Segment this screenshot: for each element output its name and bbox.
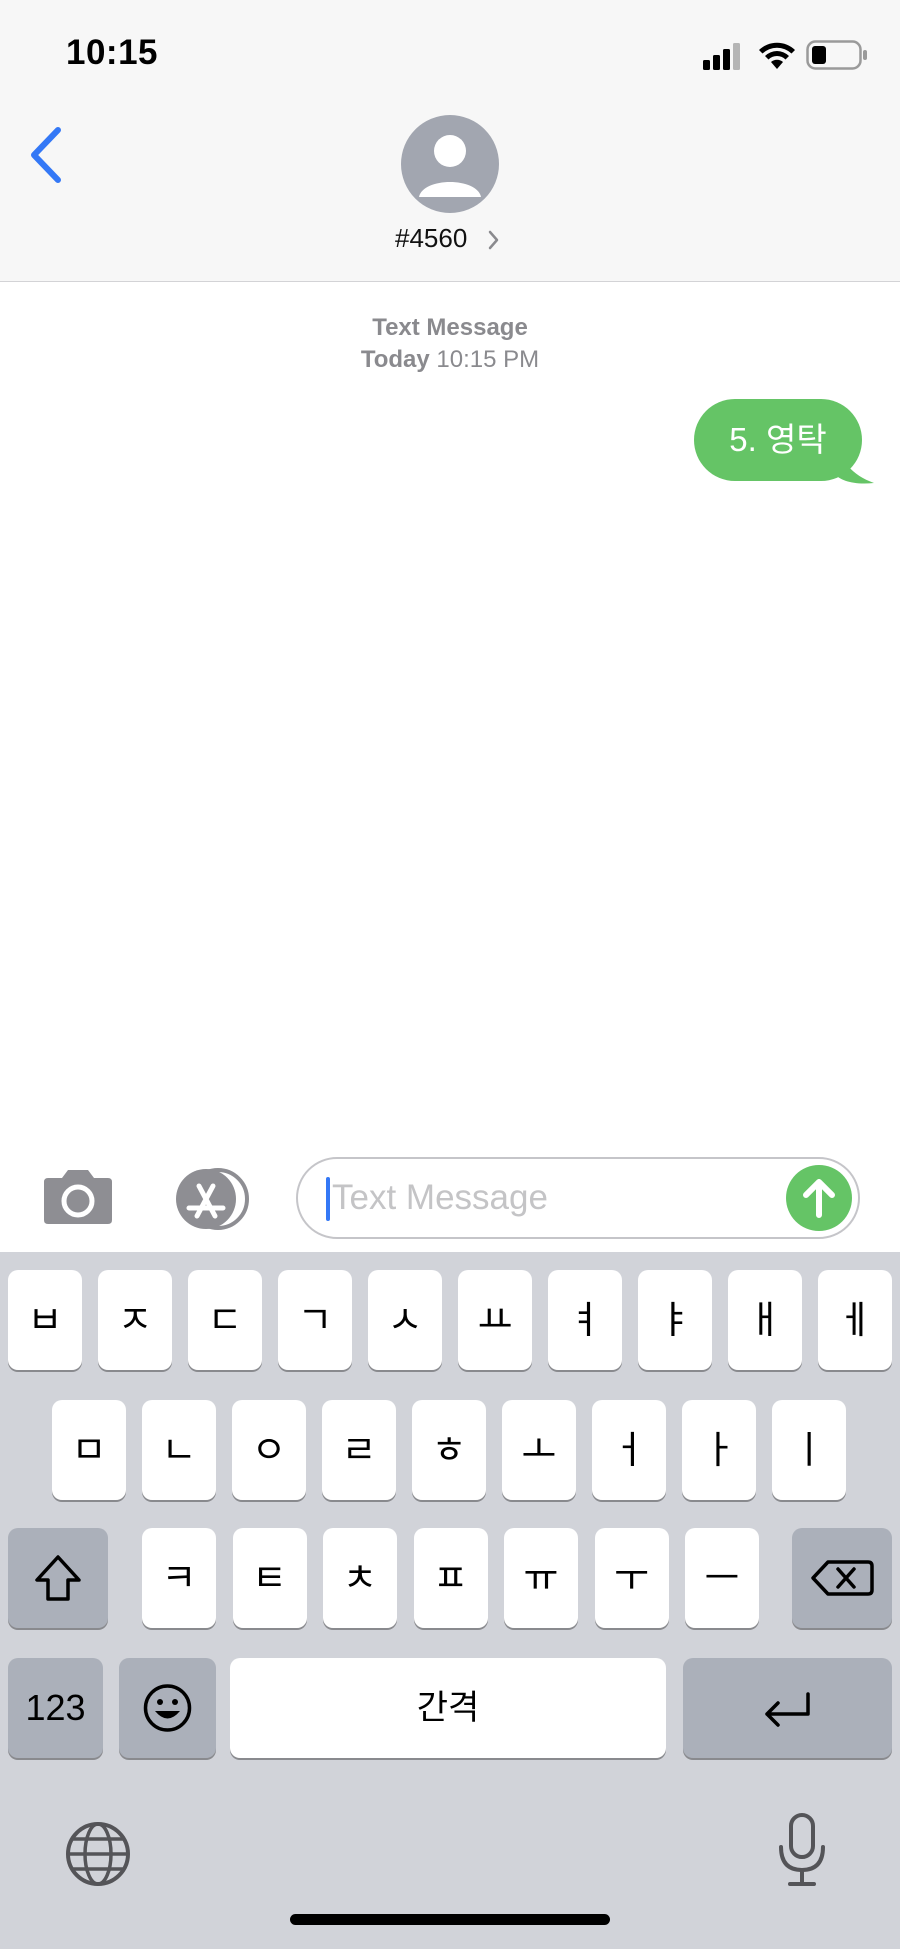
message-input[interactable]: Text Message: [296, 1157, 860, 1239]
key-5[interactable]: ㅠ: [504, 1528, 578, 1628]
key-3[interactable]: ㅊ: [323, 1528, 397, 1628]
shift-key[interactable]: [8, 1528, 108, 1628]
app-store-icon: [176, 1168, 249, 1230]
outgoing-message-bubble[interactable]: 5. 영탁: [692, 397, 876, 485]
key-5[interactable]: ㅅ: [368, 1270, 442, 1370]
wifi-icon: [759, 42, 795, 69]
key-1[interactable]: ㅂ: [8, 1270, 82, 1370]
chevron-left-icon: [31, 127, 61, 183]
space-key[interactable]: 간격: [230, 1658, 666, 1758]
message-text: 5. 영탁: [694, 399, 862, 481]
key-6[interactable]: ㅛ: [458, 1270, 532, 1370]
delete-key[interactable]: [792, 1528, 892, 1628]
shift-icon: [35, 1555, 81, 1601]
delete-backspace-icon: [811, 1560, 874, 1596]
timestamp-day: Today: [360, 346, 430, 373]
key-6[interactable]: ㅗ: [502, 1400, 576, 1500]
key-6[interactable]: ㅜ: [594, 1528, 669, 1628]
chevron-right-icon[interactable]: [488, 229, 500, 251]
key-3[interactable]: ㄷ: [188, 1270, 262, 1370]
key-9[interactable]: ㅐ: [728, 1270, 802, 1370]
key-2[interactable]: ㄴ: [142, 1400, 216, 1500]
arrow-up-icon: [803, 1179, 835, 1218]
key-8[interactable]: ㅏ: [682, 1400, 756, 1500]
cellular-signal-icon: [703, 43, 740, 70]
microphone-icon[interactable]: [776, 1812, 828, 1888]
emoji-key[interactable]: [119, 1658, 216, 1758]
key-1[interactable]: ㅁ: [52, 1400, 126, 1500]
key-9[interactable]: ㅣ: [772, 1400, 846, 1500]
send-button[interactable]: [786, 1165, 852, 1231]
timestamp-time: 10:15 PM: [436, 346, 540, 373]
key-4[interactable]: ㄹ: [322, 1400, 396, 1500]
contact-name[interactable]: #4560: [395, 223, 467, 254]
message-input-placeholder: Text Message: [332, 1178, 548, 1217]
key-7[interactable]: ㅡ: [685, 1528, 759, 1628]
message-service-label: Text Message: [372, 314, 528, 341]
key-3[interactable]: ㅇ: [232, 1400, 306, 1500]
person-icon: [419, 135, 481, 197]
key-4[interactable]: ㅍ: [413, 1528, 488, 1628]
message-timestamp: Today 10:15 PM: [0, 346, 900, 374]
emoji-icon: [143, 1684, 192, 1732]
key-7[interactable]: ㅕ: [548, 1270, 622, 1370]
key-5[interactable]: ㅎ: [412, 1400, 486, 1500]
return-icon: [765, 1692, 810, 1727]
korean-keyboard: ㅂㅈㄷㄱㅅㅛㅕㅑㅐㅔ ㅁㄴㅇㄹㅎㅗㅓㅏㅣ ㅋㅌㅊㅍㅠㅜㅡ 123 간격: [0, 1252, 900, 1949]
globe-icon[interactable]: [64, 1820, 132, 1888]
key-10[interactable]: ㅔ: [818, 1270, 892, 1370]
key-4[interactable]: ㄱ: [278, 1270, 352, 1370]
key-8[interactable]: ㅑ: [638, 1270, 712, 1370]
back-button[interactable]: [20, 120, 70, 190]
return-key[interactable]: [683, 1658, 892, 1758]
text-caret: [326, 1177, 330, 1221]
battery-icon: [806, 40, 867, 70]
contact-avatar[interactable]: [401, 115, 499, 213]
status-time: 10:15: [66, 33, 159, 72]
key-2[interactable]: ㅈ: [98, 1270, 172, 1370]
key-2[interactable]: ㅌ: [232, 1528, 307, 1628]
app-store-button[interactable]: [167, 1168, 257, 1232]
home-indicator: [290, 1914, 610, 1925]
camera-icon: [44, 1170, 112, 1224]
key-7[interactable]: ㅓ: [592, 1400, 666, 1500]
key-1[interactable]: ㅋ: [142, 1528, 216, 1628]
numbers-key[interactable]: 123: [8, 1658, 103, 1758]
camera-button[interactable]: [40, 1168, 116, 1228]
